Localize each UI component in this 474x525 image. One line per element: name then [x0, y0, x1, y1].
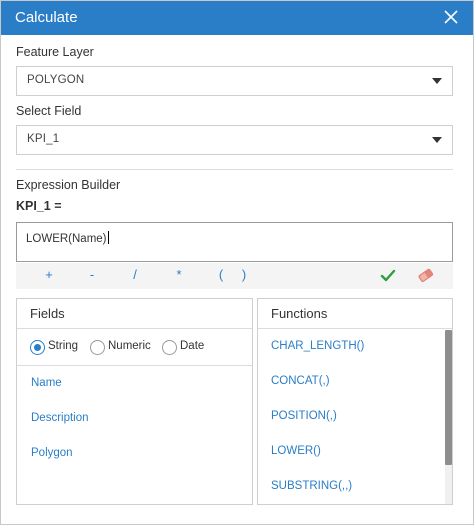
fields-panel-title: Fields: [30, 306, 65, 321]
functions-panel-header: Functions: [258, 299, 452, 329]
functions-panel-title: Functions: [271, 306, 328, 321]
functions-panel: Functions CHAR_LENGTH() CONCAT(,) POSITI…: [257, 298, 453, 505]
operator-toolbar: + - / * ( ): [16, 263, 453, 289]
radio-circle: [30, 340, 45, 355]
section-divider: [16, 169, 453, 170]
fields-panel-header: Fields: [17, 299, 252, 329]
radio-circle: [162, 340, 177, 355]
functions-list: CHAR_LENGTH() CONCAT(,) POSITION(,) LOWE…: [258, 330, 444, 504]
operator-plus-button[interactable]: +: [41, 267, 57, 282]
function-item-char-length[interactable]: CHAR_LENGTH(): [271, 340, 364, 352]
radio-string-label: String: [48, 340, 79, 352]
radio-numeric-label: Numeric: [108, 340, 151, 352]
dialog-title: Calculate: [15, 9, 78, 26]
field-item-name[interactable]: Name: [31, 377, 62, 389]
dialog-titlebar: Calculate: [1, 1, 473, 35]
fields-list: Name Description Polygon: [17, 365, 252, 504]
function-item-position[interactable]: POSITION(,): [271, 410, 337, 422]
operator-divide-button[interactable]: /: [127, 267, 143, 282]
feature-layer-value: POLYGON: [27, 74, 85, 86]
close-icon[interactable]: [441, 6, 461, 28]
function-item-concat[interactable]: CONCAT(,): [271, 375, 330, 387]
function-item-lower[interactable]: LOWER(): [271, 445, 321, 457]
operator-open-paren-button[interactable]: (: [213, 267, 229, 282]
operator-multiply-button[interactable]: *: [171, 267, 187, 282]
radio-date-label: Date: [180, 340, 205, 352]
expression-text: LOWER(Name): [26, 233, 107, 245]
function-item-substring[interactable]: SUBSTRING(,,): [271, 480, 352, 492]
expression-input[interactable]: LOWER(Name): [16, 222, 453, 262]
calculate-dialog: Calculate Feature Layer POLYGON Select F…: [0, 0, 474, 525]
text-cursor: [107, 231, 109, 244]
operator-minus-button[interactable]: -: [84, 267, 100, 282]
operator-close-paren-button[interactable]: ): [236, 267, 252, 282]
feature-layer-label: Feature Layer: [16, 45, 94, 59]
field-item-polygon[interactable]: Polygon: [31, 447, 73, 459]
expression-builder-label: Expression Builder: [16, 178, 121, 192]
radio-circle: [90, 340, 105, 355]
select-field-label: Select Field: [16, 104, 82, 118]
select-field-select[interactable]: KPI_1: [16, 125, 453, 155]
scrollbar-thumb[interactable]: [445, 330, 452, 465]
eraser-icon[interactable]: [417, 267, 434, 283]
check-icon[interactable]: [380, 269, 396, 283]
fields-panel: Fields String Numeric Date Name Descript…: [16, 298, 253, 505]
feature-layer-select[interactable]: POLYGON: [16, 66, 453, 96]
field-item-description[interactable]: Description: [31, 412, 89, 424]
chevron-down-icon: [432, 137, 442, 143]
expression-target-label: KPI_1 =: [16, 199, 62, 213]
chevron-down-icon: [432, 78, 442, 84]
select-field-value: KPI_1: [27, 133, 60, 145]
functions-scrollbar[interactable]: [445, 330, 452, 504]
